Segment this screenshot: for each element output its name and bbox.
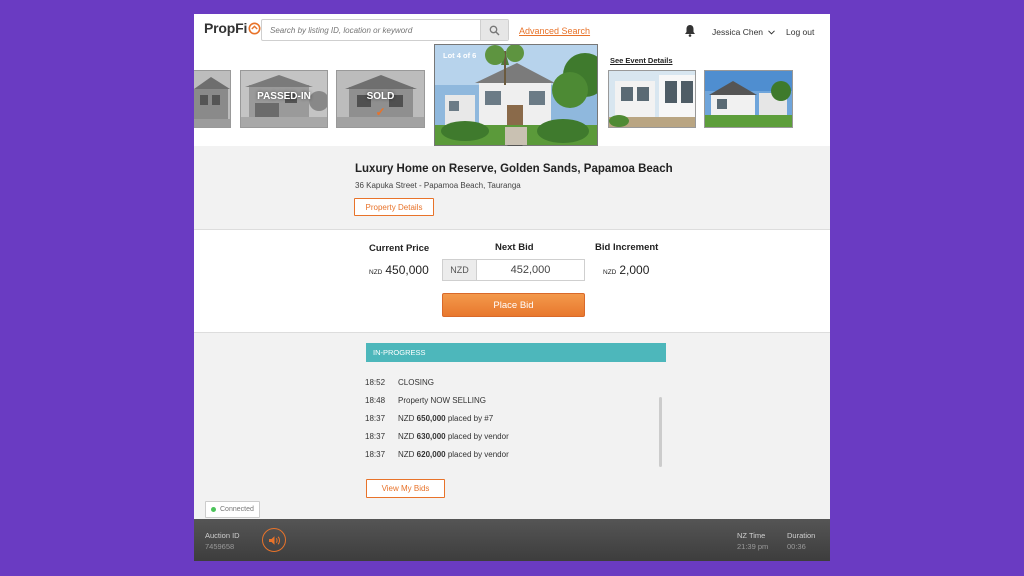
place-bid-button[interactable]: Place Bid (442, 293, 585, 317)
connection-status-text: Connected (220, 506, 254, 513)
see-event-details-link[interactable]: See Event Details (610, 56, 673, 65)
sold-label: SOLD (366, 91, 395, 102)
logout-link[interactable]: Log out (786, 27, 814, 37)
current-price-value: 450,000 (385, 263, 429, 277)
search-icon (489, 25, 500, 35)
next-bid-label: Next Bid (495, 242, 534, 253)
auction-id-value: 7459658 (205, 542, 235, 551)
nz-time-label: NZ Time (737, 531, 766, 540)
log-time: 18:52 (365, 378, 386, 387)
nz-time-value: 21:39 pm (737, 542, 769, 551)
bid-increment-currency: NZD (603, 269, 617, 276)
logo-house-icon (248, 22, 261, 34)
next-bid-currency: NZD (443, 260, 477, 280)
current-price: NZD 450,000 (369, 263, 429, 277)
auction-id-label: Auction ID (205, 531, 240, 540)
status-dot-icon (211, 507, 216, 512)
log-time: 18:37 (365, 414, 386, 423)
log-item: 18:52 CLOSING (365, 378, 665, 396)
notification-bell-icon[interactable] (684, 24, 696, 37)
auction-app-window: PropFi Advanced Search Jessica Chen (194, 14, 830, 561)
logo-text: PropFi (204, 20, 248, 36)
checkmark-icon: ✓ (375, 105, 386, 119)
log-text: NZD 650,000 placed by #7 (398, 414, 494, 423)
auction-progress-section: IN-PROGRESS 18:52 CLOSING 18:48 Property… (194, 333, 830, 519)
property-photo (705, 71, 792, 127)
log-time: 18:37 (365, 450, 386, 459)
duration-label: Duration (787, 531, 816, 540)
log-time: 18:37 (365, 432, 386, 441)
lot-indicator: Lot 4 of 6 (443, 51, 477, 60)
sound-toggle-button[interactable] (262, 528, 286, 552)
property-details-button[interactable]: Property Details (354, 198, 434, 216)
carousel-thumb-6[interactable] (704, 70, 793, 128)
duration-value: 00:36 (787, 542, 806, 551)
next-bid-field: NZD (442, 259, 585, 281)
current-price-currency: NZD (369, 269, 383, 276)
view-my-bids-button[interactable]: View My Bids (366, 479, 445, 498)
log-item: 18:37 NZD 630,000 placed by vendor (365, 432, 665, 450)
carousel-thumb-sold[interactable]: SOLD ✓ (336, 70, 425, 128)
property-photo (609, 71, 695, 127)
current-price-label: Current Price (369, 243, 430, 254)
log-text: NZD 620,000 placed by vendor (398, 450, 509, 459)
bid-section: Current Price NZD450,000 Next Bid NZD Bi… (194, 230, 830, 333)
footer-bar: Auction ID 7459658 NZ Time 21:39 pm Dura… (194, 519, 830, 561)
log-time: 18:48 (365, 396, 386, 405)
bid-increment: NZD 2,000 (603, 263, 649, 277)
search-button[interactable] (480, 20, 508, 40)
property-address: 36 Kapuka Street - Papamoa Beach, Tauran… (355, 181, 521, 190)
user-name: Jessica Chen (712, 27, 764, 37)
connection-status: Connected (205, 501, 260, 518)
property-info-section: Luxury Home on Reserve, Golden Sands, Pa… (194, 146, 830, 230)
log-item: 18:48 Property NOW SELLING (365, 396, 665, 414)
bid-increment-label: Bid Increment (595, 242, 659, 253)
log-text: Property NOW SELLING (398, 396, 487, 405)
property-photo (194, 71, 230, 127)
log-text: CLOSING (398, 378, 435, 387)
auction-log: 18:52 CLOSING 18:48 Property NOW SELLING… (365, 378, 665, 468)
property-title: Luxury Home on Reserve, Golden Sands, Pa… (355, 163, 673, 175)
next-bid-input[interactable] (477, 260, 584, 280)
status-badge: IN-PROGRESS (366, 343, 666, 362)
carousel-thumb-1[interactable] (194, 70, 231, 128)
search-input[interactable] (262, 20, 480, 40)
logo[interactable]: PropFi (204, 20, 261, 36)
user-menu[interactable]: Jessica Chen (712, 27, 776, 37)
bid-increment-value: 2,000 (619, 263, 650, 277)
carousel-thumb-5[interactable] (608, 70, 696, 128)
featured-property-photo[interactable]: Lot 4 of 6 (434, 44, 598, 146)
carousel-thumb-passed-in[interactable]: PASSED-IN (240, 70, 328, 128)
search-box (261, 19, 509, 41)
log-item: 18:37 NZD 620,000 placed by vendor (365, 450, 665, 468)
speaker-icon (268, 535, 280, 545)
log-scrollbar[interactable] (659, 397, 662, 467)
chevron-down-icon (768, 30, 776, 35)
log-item: 18:37 NZD 650,000 placed by #7 (365, 414, 665, 432)
log-text: NZD 630,000 placed by vendor (398, 432, 509, 441)
property-photo (435, 45, 597, 145)
passed-in-label: PASSED-IN (257, 91, 311, 102)
header: PropFi Advanced Search Jessica Chen (194, 14, 830, 46)
advanced-search-link[interactable]: Advanced Search (519, 26, 590, 36)
